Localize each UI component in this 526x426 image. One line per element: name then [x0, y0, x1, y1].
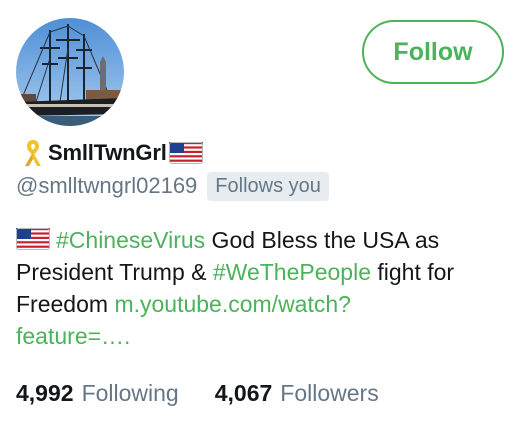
yellow-ribbon-icon [25, 140, 41, 166]
handle-row: @smlltwngrl02169 Follows you [16, 170, 329, 202]
url-link-line-2: feature=…. [16, 323, 131, 349]
profile-card: Follow SmllTwnGrl @smlltwngrl02169 Follo… [0, 0, 526, 426]
hashtag-link[interactable]: #ChineseVirus [56, 227, 205, 253]
following-stat[interactable]: 4,992 Following [16, 380, 179, 407]
follows-you-badge: Follows you [207, 171, 329, 201]
follow-stats: 4,992 Following 4,067 Followers [16, 378, 379, 408]
url-link-line-1: m.youtube.com/watch? [114, 291, 351, 317]
us-flag-icon [16, 228, 50, 250]
bio: #ChineseVirus God Bless the USA as Presi… [16, 224, 516, 352]
hashtag-link[interactable]: #WeThePeople [213, 259, 371, 285]
avatar-ship-photo [16, 18, 124, 126]
followers-label: Followers [280, 379, 379, 406]
us-flag-icon [168, 142, 203, 164]
user-handle[interactable]: @smlltwngrl02169 [16, 173, 197, 199]
following-count: 4,992 [16, 379, 74, 406]
follow-button[interactable]: Follow [362, 20, 504, 84]
display-name-row: SmllTwnGrl [22, 138, 203, 168]
followers-count: 4,067 [214, 379, 273, 406]
followers-stat[interactable]: 4,067 Followers [215, 380, 379, 407]
display-name[interactable]: SmllTwnGrl [48, 140, 167, 166]
following-label: Following [81, 379, 179, 406]
avatar[interactable] [16, 18, 124, 126]
